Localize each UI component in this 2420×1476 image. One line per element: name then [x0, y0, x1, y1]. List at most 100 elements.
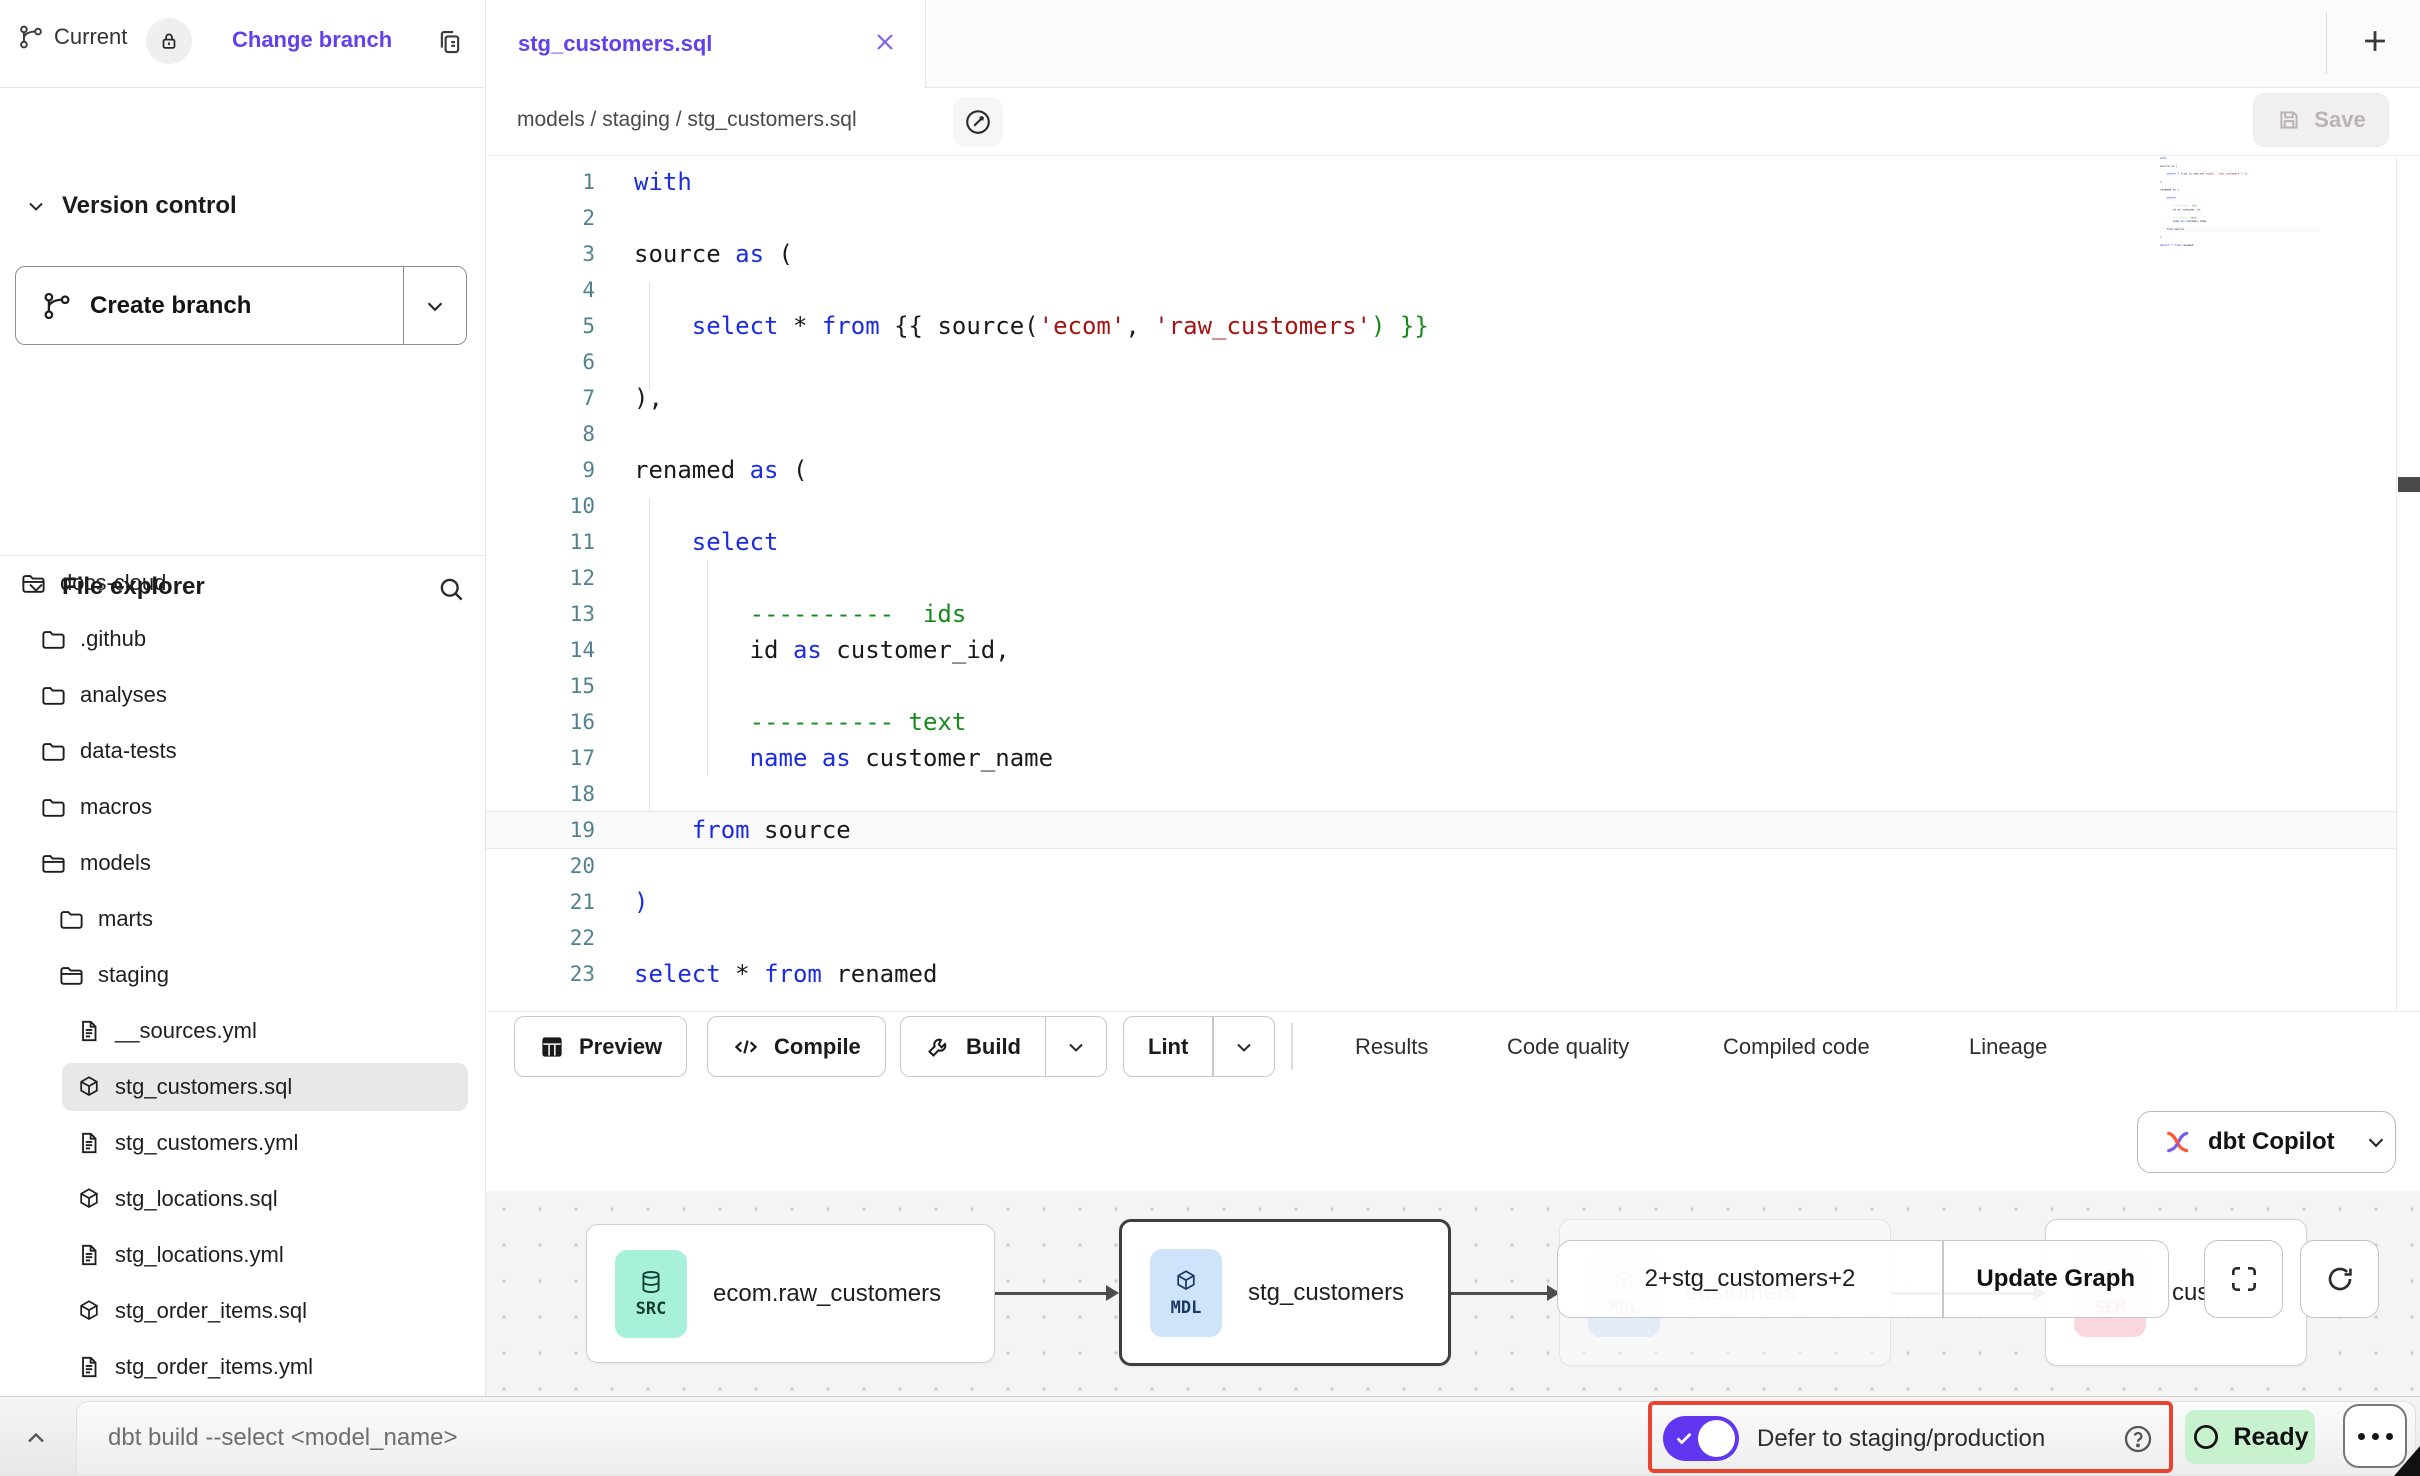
folder-open-icon: [40, 850, 67, 877]
code-line-20[interactable]: 20: [486, 848, 2396, 884]
breadcrumb: models / staging / stg_customers.sql: [517, 108, 857, 132]
tab-stg-customers-sql[interactable]: stg_customers.sql: [486, 0, 926, 88]
lock-icon: [158, 30, 180, 52]
tab-code-quality[interactable]: Code quality: [1507, 1012, 1629, 1081]
file-tree-item--sources-yml[interactable]: __sources.yml: [0, 1003, 486, 1059]
editor-minimap[interactable]: 1with23source as (45 select * from {{ so…: [2160, 156, 2320, 252]
version-control-header[interactable]: Version control: [24, 192, 237, 220]
code-line-11[interactable]: 11 select: [486, 524, 2396, 560]
code-line-1[interactable]: 1with: [486, 164, 2396, 200]
file-tree-item-stg-order-items-yml[interactable]: stg_order_items.yml: [0, 1339, 486, 1395]
line-number: 13: [486, 602, 634, 626]
file-tree-item-data-tests[interactable]: data-tests: [0, 723, 486, 779]
line-number: 12: [486, 566, 634, 590]
folder-icon: [58, 906, 85, 933]
code-line-12[interactable]: 12: [486, 560, 2396, 596]
line-number: 18: [486, 782, 634, 806]
file-tree-item-models[interactable]: models: [0, 835, 486, 891]
active-tab-label: stg_customers.sql: [518, 31, 712, 57]
lineage-node-ecom-raw-customers[interactable]: SRCecom.raw_customers: [586, 1224, 995, 1363]
lint-button[interactable]: Lint: [1123, 1016, 1275, 1077]
code-line-13[interactable]: 13 ---------- ids: [486, 596, 2396, 632]
refresh-button[interactable]: [2300, 1240, 2379, 1318]
editor-scrollbar[interactable]: [2396, 156, 2397, 1011]
tab-results[interactable]: Results: [1355, 1012, 1428, 1081]
tab-lineage[interactable]: Lineage: [1969, 1012, 2047, 1081]
file-tree-item-analyses[interactable]: analyses: [0, 667, 486, 723]
file-tree-item-staging[interactable]: staging: [0, 947, 486, 1003]
fullscreen-button[interactable]: [2204, 1240, 2283, 1318]
divider: [2326, 12, 2327, 74]
code-line-23[interactable]: 23select * from renamed: [486, 956, 2396, 992]
code-line-2[interactable]: 2: [486, 200, 2396, 236]
status-badge-ready[interactable]: Ready: [2185, 1410, 2315, 1464]
gauge-icon: [963, 107, 993, 137]
new-tab-button[interactable]: [2358, 24, 2392, 58]
file-tree-item-stg-order-items-sql[interactable]: stg_order_items.sql: [0, 1283, 486, 1339]
file-tree-item-stg-locations-yml[interactable]: stg_locations.yml: [0, 1227, 486, 1283]
code-line-17[interactable]: 17 name as customer_name: [486, 740, 2396, 776]
file-tree-label: .github: [80, 626, 146, 652]
code-line-9[interactable]: 9renamed as (: [486, 452, 2396, 488]
node-label: stg_customers: [1248, 1279, 1404, 1307]
lineage-selector-input[interactable]: 2+stg_customers+2: [1558, 1241, 1942, 1317]
create-branch-dropdown[interactable]: [404, 267, 466, 344]
create-branch-button[interactable]: Create branch: [15, 266, 467, 345]
code-line-18[interactable]: 18: [486, 776, 2396, 812]
change-branch-link[interactable]: Change branch: [232, 27, 392, 53]
lineage-node-stg-customers[interactable]: MDLstg_customers: [1119, 1219, 1451, 1366]
code-line-23[interactable]: 23select * from renamed: [2160, 243, 2320, 247]
lineage-canvas[interactable]: SRCecom.raw_customersMDLstg_customersMDL…: [486, 1191, 2420, 1396]
code-editor[interactable]: 1with23source as ( 4 5 select * from {{ so…: [486, 156, 2396, 1011]
close-tab-icon[interactable]: [871, 28, 899, 56]
defer-toggle[interactable]: [1663, 1416, 1739, 1461]
code-line-8[interactable]: 8: [486, 416, 2396, 452]
code-line-14[interactable]: 14 id as customer_id,: [486, 632, 2396, 668]
code-line-6[interactable]: 6: [486, 344, 2396, 380]
fullscreen-icon: [2228, 1263, 2260, 1295]
file-tree-item-stg-customers-yml[interactable]: stg_customers.yml: [0, 1115, 486, 1171]
file-tree-item-stg-customers-sql[interactable]: stg_customers.sql: [0, 1059, 486, 1115]
dbt-copilot-button[interactable]: dbt Copilot: [2137, 1111, 2396, 1173]
code-line-3[interactable]: 3source as (: [486, 236, 2396, 272]
file-tree-item-macros[interactable]: macros: [0, 779, 486, 835]
code-text: renamed as (: [634, 456, 807, 484]
lineage-selector-bar: 2+stg_customers+2 Update Graph: [1557, 1240, 2169, 1318]
create-branch-main[interactable]: Create branch: [16, 267, 403, 344]
chevron-down-icon: [24, 194, 48, 218]
code-line-10[interactable]: 10: [486, 488, 2396, 524]
code-line-15[interactable]: 15: [486, 668, 2396, 704]
file-tree-item-docs-cloud[interactable]: docs-cloud: [0, 555, 486, 611]
tab-compiled-code[interactable]: Compiled code: [1723, 1012, 1870, 1081]
lint-dropdown[interactable]: [1214, 1017, 1274, 1076]
copy-branch-button[interactable]: [435, 27, 465, 57]
build-button[interactable]: Build: [900, 1016, 1107, 1077]
help-icon[interactable]: [2122, 1423, 2154, 1455]
file-tree-item-stg-locations-sql[interactable]: stg_locations.sql: [0, 1171, 486, 1227]
compile-button[interactable]: Compile: [707, 1016, 886, 1077]
line-number: 11: [486, 530, 634, 554]
code-line-5[interactable]: 5 select * from {{ source('ecom', 'raw_c…: [486, 308, 2396, 344]
code-line-19[interactable]: 19 from source: [486, 812, 2396, 848]
current-branch-label: Current: [54, 24, 127, 50]
code-line-22[interactable]: 22: [486, 920, 2396, 956]
build-dropdown[interactable]: [1046, 1017, 1106, 1076]
line-number: 4: [486, 278, 634, 302]
git-branch-icon: [18, 24, 44, 50]
current-branch[interactable]: Current: [18, 24, 127, 50]
file-tree-label: stg_locations.sql: [115, 1186, 278, 1212]
code-line-7[interactable]: 7),: [486, 380, 2396, 416]
file-tree-item--github[interactable]: .github: [0, 611, 486, 667]
line-number: 9: [486, 458, 634, 482]
save-button[interactable]: Save: [2253, 93, 2389, 147]
code-line-21[interactable]: 21): [486, 884, 2396, 920]
code-line-4[interactable]: 4: [486, 272, 2396, 308]
update-graph-button[interactable]: Update Graph: [1944, 1241, 2169, 1317]
file-tree-item-marts[interactable]: marts: [0, 891, 486, 947]
folder-open-icon: [58, 962, 85, 989]
collapse-panel-button[interactable]: [22, 1424, 50, 1452]
code-line-16[interactable]: 16 ---------- text: [486, 704, 2396, 740]
open-lineage-button[interactable]: [953, 97, 1003, 147]
preview-button[interactable]: Preview: [514, 1016, 687, 1077]
branch-locked-chip: [146, 18, 192, 64]
